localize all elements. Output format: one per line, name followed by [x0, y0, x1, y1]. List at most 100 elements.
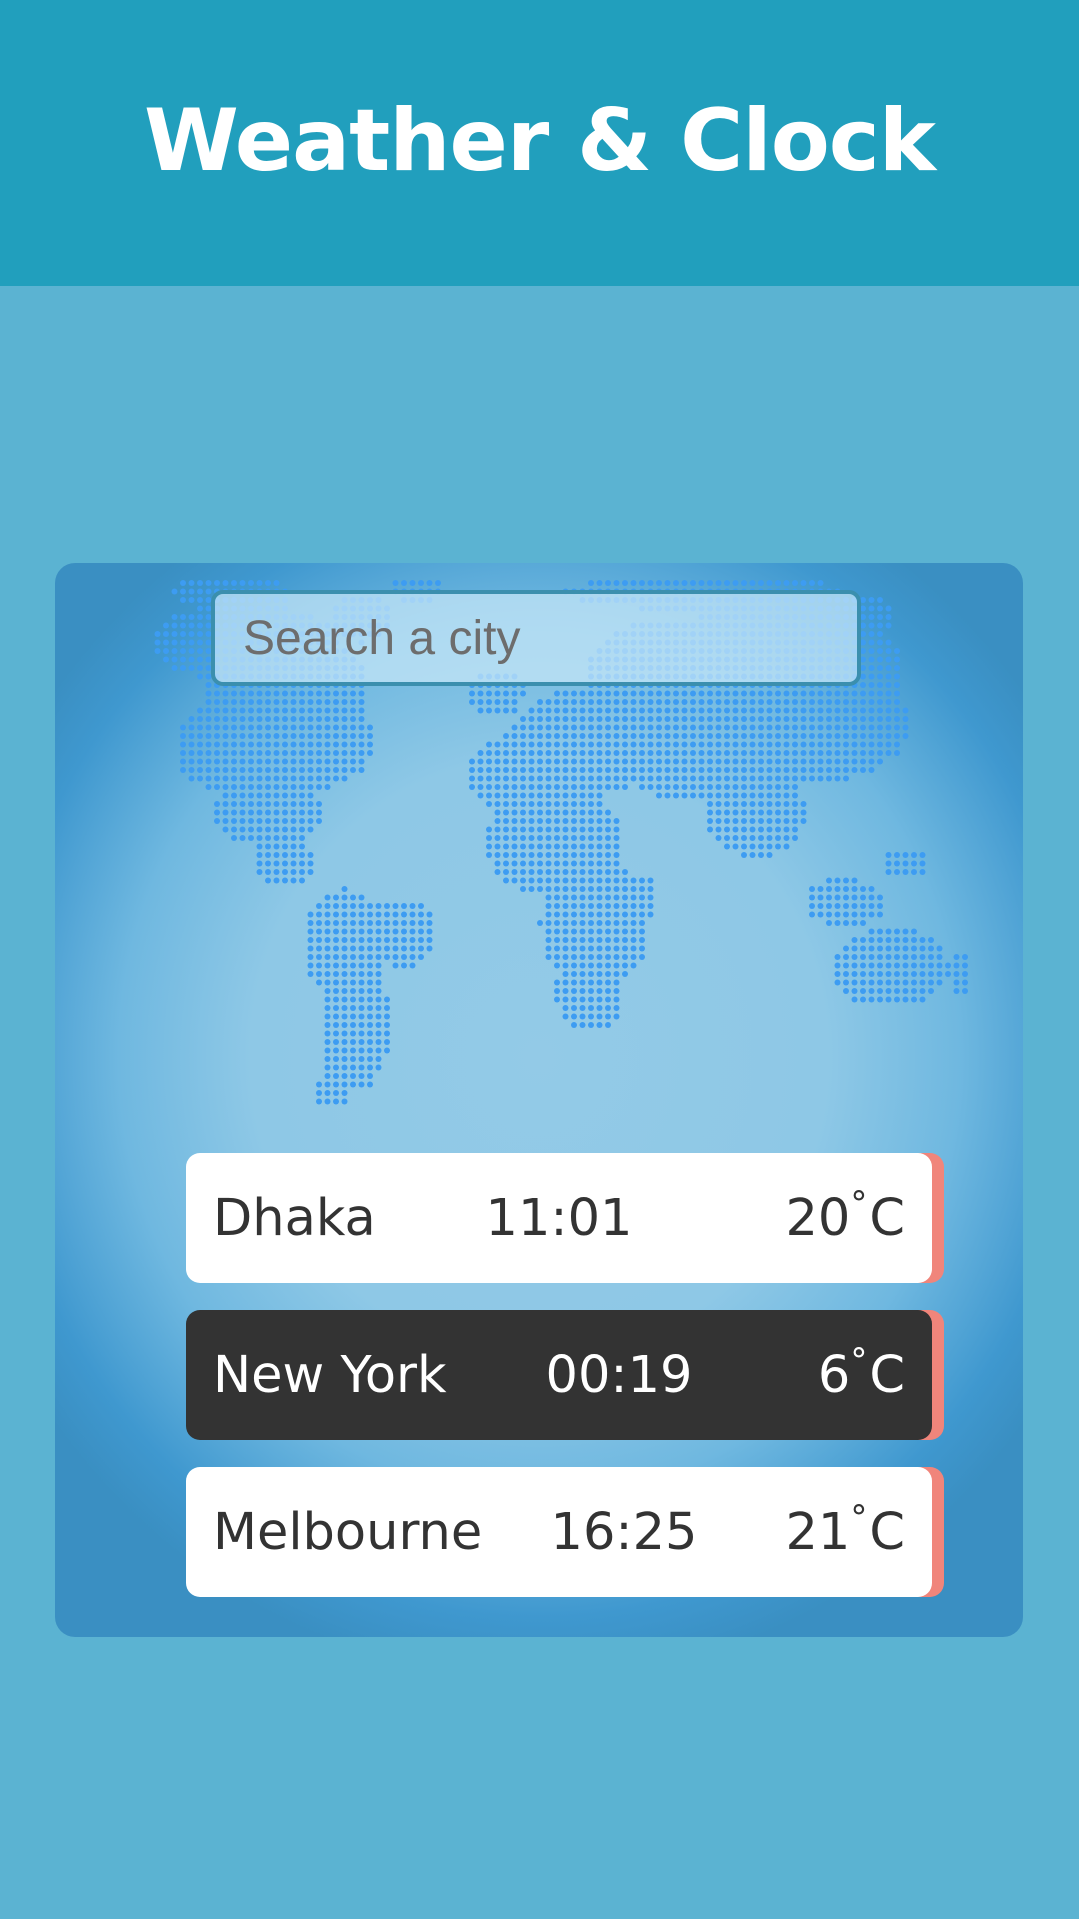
map-dot	[273, 716, 280, 722]
map-dot	[299, 818, 305, 824]
map-dot	[834, 775, 841, 782]
map-dot	[545, 801, 552, 807]
map-dot	[877, 741, 883, 748]
map-dot	[341, 1081, 348, 1088]
map-dot	[324, 733, 331, 739]
map-dot	[256, 724, 263, 731]
map-dot	[256, 835, 263, 841]
map-dot	[605, 741, 611, 748]
city-row-dhaka[interactable]: Dhaka 11:01 20°C	[186, 1153, 932, 1283]
map-dot	[792, 690, 798, 697]
map-dot	[486, 767, 492, 773]
map-dot	[265, 724, 271, 731]
map-dot	[511, 869, 518, 875]
city-search-input[interactable]	[211, 590, 861, 686]
map-dot	[358, 979, 365, 986]
map-dot	[231, 690, 237, 697]
map-dot	[248, 818, 254, 824]
map-dot	[877, 903, 883, 909]
map-dot	[647, 886, 654, 892]
map-dot	[188, 648, 195, 654]
map-dot	[588, 580, 594, 586]
city-row-new-york[interactable]: New York 00:19 6°C	[186, 1310, 932, 1440]
map-dot	[554, 741, 560, 748]
map-dot	[843, 877, 849, 884]
map-dot	[333, 758, 339, 765]
map-dot	[358, 716, 365, 722]
map-dot	[885, 614, 892, 620]
map-dot	[494, 784, 501, 790]
app-header: Weather & Clock	[0, 0, 1079, 286]
map-dot	[622, 707, 628, 714]
map-dot	[571, 903, 577, 909]
map-dot	[698, 699, 705, 705]
map-dot	[715, 809, 722, 816]
map-dot	[341, 750, 348, 756]
map-dot	[622, 580, 628, 586]
map-dot	[520, 716, 526, 722]
map-dot	[367, 1022, 373, 1028]
map-dot	[868, 707, 875, 714]
map-dot	[766, 724, 773, 731]
map-dot	[273, 869, 280, 875]
map-dot	[758, 741, 764, 748]
map-dot	[630, 580, 637, 586]
map-dot	[749, 843, 756, 850]
map-dot	[579, 877, 586, 884]
map-dot	[630, 707, 637, 714]
map-dot	[766, 801, 773, 807]
map-dot	[324, 767, 331, 773]
map-dot	[783, 792, 790, 799]
city-row-melbourne[interactable]: Melbourne 16:25 21°C	[186, 1467, 932, 1597]
map-dot	[639, 894, 645, 901]
map-dot	[656, 775, 662, 782]
map-dot	[333, 979, 339, 986]
map-dot	[350, 979, 356, 986]
map-dot	[613, 894, 620, 901]
map-dot	[588, 835, 594, 841]
map-dot	[783, 784, 790, 790]
map-dot	[639, 903, 645, 909]
map-dot	[511, 835, 518, 841]
map-dot	[571, 801, 577, 807]
map-dot	[741, 775, 747, 782]
map-dot	[426, 945, 433, 952]
map-dot	[877, 605, 883, 612]
map-dot	[197, 639, 203, 646]
temperature-value: 20	[785, 1188, 851, 1248]
map-dot	[520, 818, 526, 824]
map-dot	[256, 716, 263, 722]
map-dot	[367, 1064, 373, 1071]
map-dot	[724, 792, 730, 799]
map-dot	[749, 767, 756, 773]
map-dot	[681, 733, 688, 739]
map-dot	[936, 945, 943, 952]
map-dot	[503, 775, 509, 782]
map-dot	[511, 707, 518, 714]
map-dot	[248, 580, 254, 586]
map-dot	[401, 920, 407, 926]
map-dot	[596, 860, 603, 867]
map-dot	[188, 750, 195, 756]
map-dot	[316, 775, 322, 782]
map-dot	[290, 750, 297, 756]
map-dot	[341, 1022, 348, 1028]
map-dot	[605, 809, 611, 816]
map-dot	[588, 750, 594, 756]
map-dot	[945, 971, 951, 977]
map-dot	[826, 758, 832, 765]
map-dot	[197, 741, 203, 748]
map-dot	[528, 716, 535, 722]
map-dot	[571, 996, 577, 1003]
map-dot	[622, 784, 628, 790]
map-dot	[579, 775, 586, 782]
map-dot	[392, 911, 399, 918]
map-dot	[265, 741, 271, 748]
map-dot	[350, 733, 356, 739]
map-dot	[367, 1013, 373, 1020]
map-dot	[494, 758, 501, 765]
map-dot	[341, 988, 348, 994]
map-dot	[698, 716, 705, 722]
map-dot	[681, 750, 688, 756]
map-dot	[928, 954, 934, 960]
